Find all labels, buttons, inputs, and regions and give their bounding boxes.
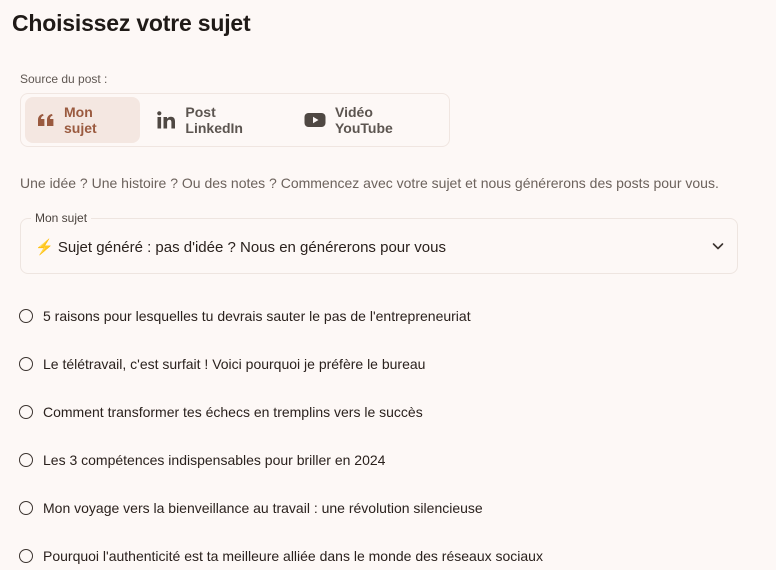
topic-selection-page: Choisissez votre sujet Source du post : … xyxy=(0,0,776,570)
radio-button[interactable] xyxy=(19,549,33,563)
topic-option[interactable]: Les 3 compétences indispensables pour br… xyxy=(19,436,759,484)
topic-option[interactable]: Le télétravail, c'est surfait ! Voici po… xyxy=(19,340,759,388)
topic-option-label: Pourquoi l'authenticité est ta meilleure… xyxy=(43,548,543,564)
description-text: Une idée ? Une histoire ? Ou des notes ?… xyxy=(20,175,719,191)
topic-option-label: 5 raisons pour lesquelles tu devrais sau… xyxy=(43,308,471,324)
radio-button[interactable] xyxy=(19,405,33,419)
topic-option-label: Mon voyage vers la bienveillance au trav… xyxy=(43,500,483,516)
topic-option[interactable]: 5 raisons pour lesquelles tu devrais sau… xyxy=(19,292,759,340)
tab-video-youtube[interactable]: Vidéo YouTube xyxy=(292,97,445,143)
subject-select[interactable]: Mon sujet ⚡ Sujet généré : pas d'idée ? … xyxy=(20,211,738,274)
subject-select-value: ⚡ Sujet généré : pas d'idée ? Nous en gé… xyxy=(35,239,446,256)
tab-label: Mon sujet xyxy=(64,104,97,136)
topic-options-list: 5 raisons pour lesquelles tu devrais sau… xyxy=(19,292,759,570)
subject-select-label: Mon sujet xyxy=(31,211,92,225)
topic-option-label: Les 3 compétences indispensables pour br… xyxy=(43,452,386,468)
radio-button[interactable] xyxy=(19,357,33,371)
tab-label: Post LinkedIn xyxy=(185,104,243,136)
radio-button[interactable] xyxy=(19,309,33,323)
tab-label: Vidéo YouTube xyxy=(335,104,393,136)
topic-option-label: Le télétravail, c'est surfait ! Voici po… xyxy=(43,356,426,372)
quote-icon xyxy=(37,113,55,127)
source-label: Source du post : xyxy=(20,72,108,86)
topic-option[interactable]: Mon voyage vers la bienveillance au trav… xyxy=(19,484,759,532)
page-title: Choisissez votre sujet xyxy=(12,10,251,36)
tab-mon-sujet[interactable]: Mon sujet xyxy=(25,97,141,143)
linkedin-icon xyxy=(156,110,176,130)
topic-option[interactable]: Comment transformer tes échecs en trempl… xyxy=(19,388,759,436)
tab-post-linkedin[interactable]: Post LinkedIn xyxy=(144,97,288,143)
chevron-down-icon[interactable] xyxy=(711,239,725,258)
topic-option-label: Comment transformer tes échecs en trempl… xyxy=(43,404,423,420)
radio-button[interactable] xyxy=(19,453,33,467)
topic-option[interactable]: Pourquoi l'authenticité est ta meilleure… xyxy=(19,532,759,570)
youtube-icon xyxy=(304,112,326,128)
radio-button[interactable] xyxy=(19,501,33,515)
source-tabs: Mon sujet Post LinkedIn Vidéo YouTube xyxy=(20,93,450,147)
